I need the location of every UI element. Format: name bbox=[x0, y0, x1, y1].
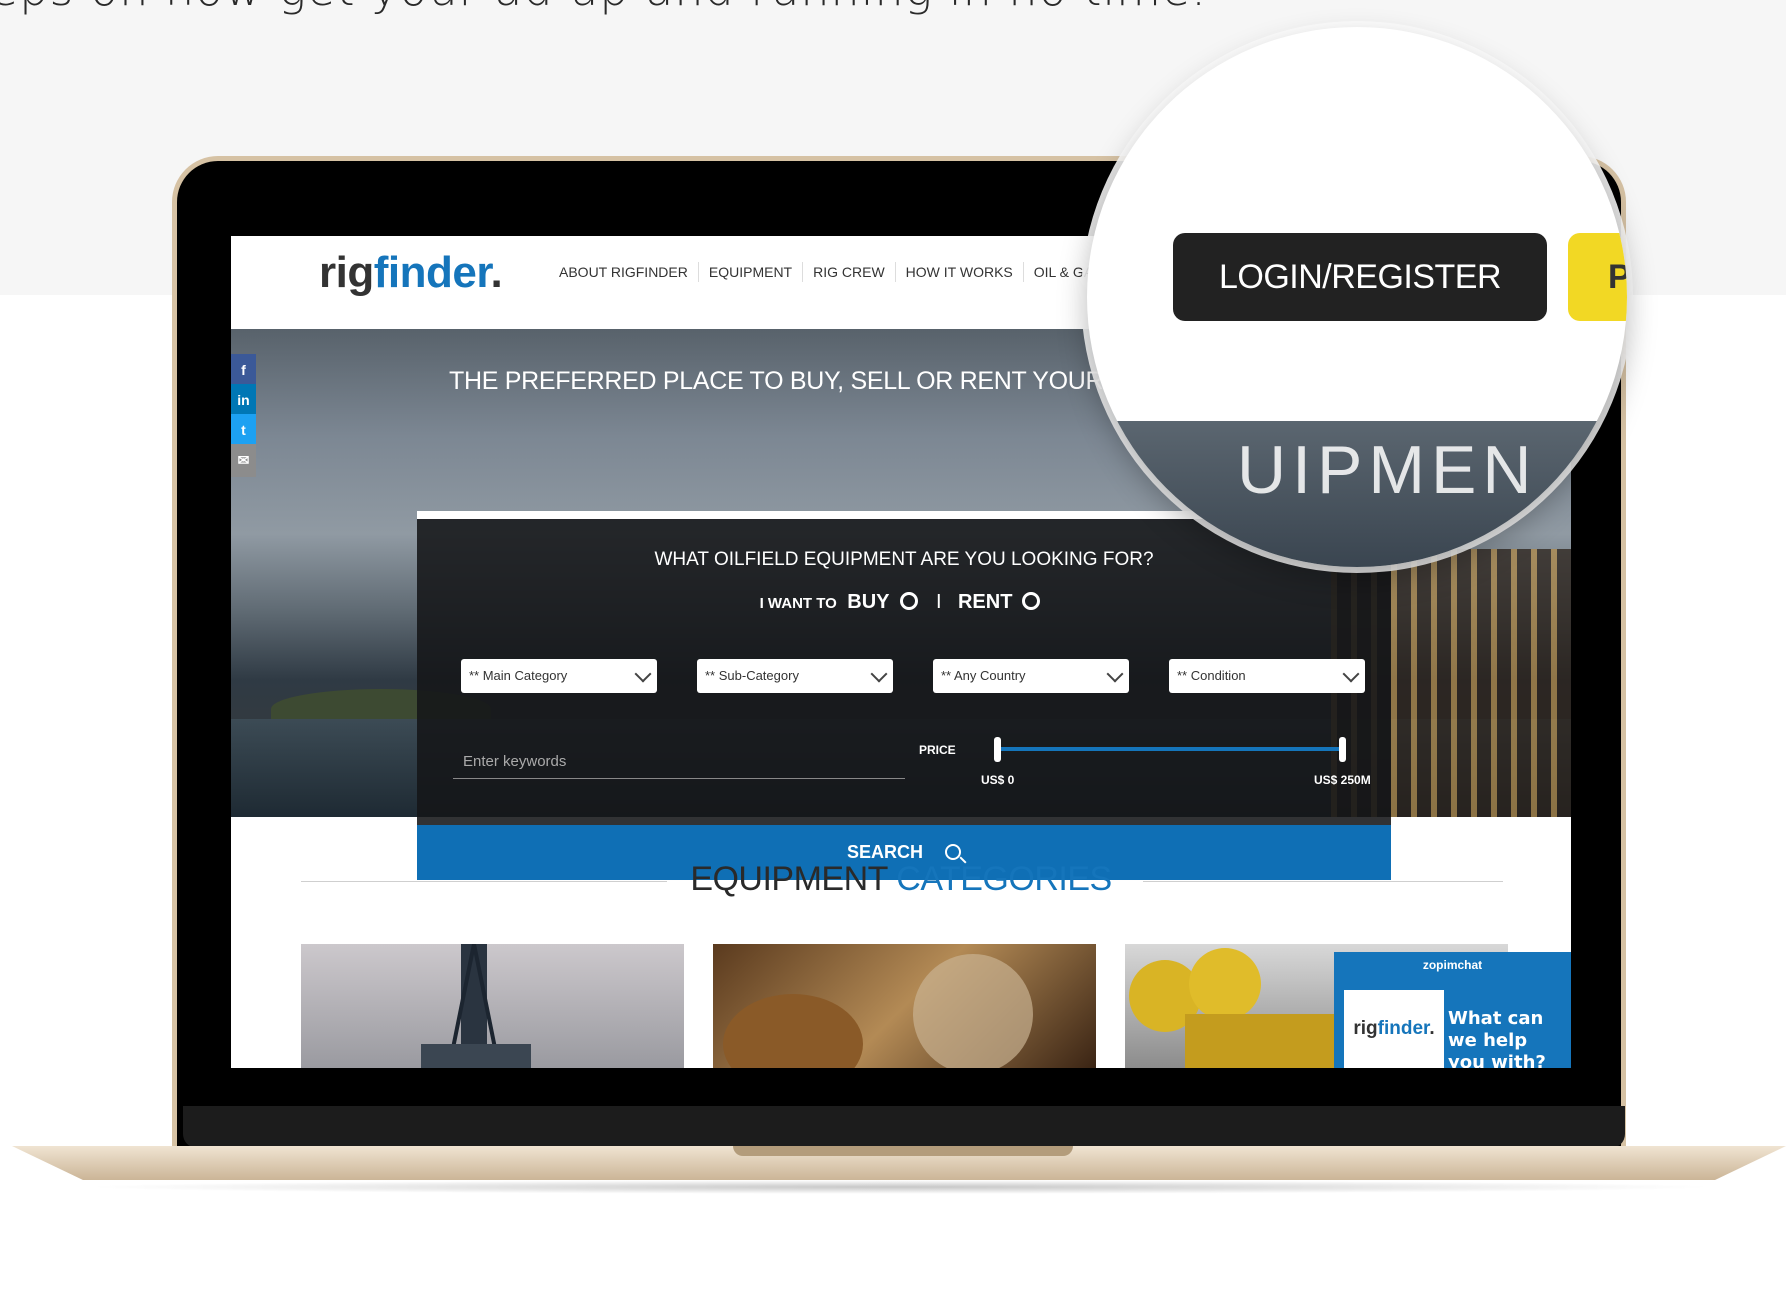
category-tile-drilling-rigs[interactable] bbox=[301, 944, 684, 1068]
chevron-down-icon bbox=[870, 665, 888, 683]
rent-label: RENT bbox=[957, 591, 1013, 613]
chevron-down-icon bbox=[1342, 665, 1360, 683]
nav-rig-crew[interactable]: RIG CREW bbox=[803, 262, 896, 282]
country-select[interactable]: ** Any Country bbox=[933, 659, 1129, 693]
price-label: PRICE bbox=[919, 743, 956, 757]
main-category-value: ** Main Category bbox=[469, 668, 568, 683]
laptop-shadow bbox=[80, 1180, 1720, 1194]
price-slider-track[interactable] bbox=[997, 747, 1343, 751]
buy-radio[interactable] bbox=[899, 592, 918, 610]
zopim-chat-widget[interactable]: zopimchat rigfinder. What can we help yo… bbox=[1334, 952, 1571, 1068]
main-category-select[interactable]: ** Main Category bbox=[461, 659, 657, 693]
chat-prompt: What can we help you with? bbox=[1448, 1008, 1546, 1068]
magnifier-callout: UIPMEN LOGIN/REGISTER P bbox=[1087, 27, 1627, 567]
option-separator: I bbox=[935, 591, 942, 613]
drilling-rig-image bbox=[421, 944, 531, 1068]
search-icon bbox=[945, 844, 961, 860]
heading-accent: CATEGORIES bbox=[896, 860, 1112, 898]
price-min-handle[interactable] bbox=[994, 737, 1001, 762]
drill-bit-image bbox=[723, 954, 1033, 1068]
rigfinder-logo[interactable]: rigfinder. bbox=[319, 248, 503, 298]
heading-main: EQUIPMENT bbox=[690, 860, 888, 898]
magnified-hero-text: UIPMEN bbox=[1237, 432, 1538, 508]
twitter-icon[interactable]: t bbox=[231, 414, 256, 447]
buy-label: BUY bbox=[847, 591, 890, 613]
categories-heading: EQUIPMENT CATEGORIES bbox=[231, 860, 1571, 899]
laptop-notch bbox=[733, 1146, 1073, 1156]
price-max-handle[interactable] bbox=[1339, 737, 1346, 762]
buy-rent-toggle: I WANT TO BUY I RENT bbox=[417, 591, 1391, 614]
want-label: I WANT TO bbox=[759, 595, 837, 612]
main-nav: ABOUT RIGFINDER EQUIPMENT RIG CREW HOW I… bbox=[549, 262, 1136, 282]
keywords-input[interactable] bbox=[453, 745, 905, 779]
condition-value: ** Condition bbox=[1177, 668, 1246, 683]
condition-select[interactable]: ** Condition bbox=[1169, 659, 1365, 693]
price-max-value: US$ 250M bbox=[1314, 773, 1371, 787]
intro-text: eps on how get your ad up and running in… bbox=[0, 0, 1207, 16]
country-value: ** Any Country bbox=[941, 668, 1026, 683]
email-icon[interactable]: ✉ bbox=[231, 444, 256, 477]
nav-equipment[interactable]: EQUIPMENT bbox=[699, 262, 804, 282]
page: eps on how get your ad up and running in… bbox=[0, 0, 1786, 1300]
logo-part: rig bbox=[319, 248, 374, 297]
logo-dot: . bbox=[490, 248, 503, 297]
zopim-brand: zopimchat bbox=[1422, 958, 1483, 972]
logo-dot: . bbox=[1429, 1018, 1435, 1039]
logo-accent: finder bbox=[373, 248, 491, 297]
login-register-button[interactable]: LOGIN/REGISTER bbox=[1173, 233, 1547, 321]
logo-accent: finder bbox=[1377, 1018, 1430, 1039]
laptop-hinge bbox=[183, 1106, 1625, 1148]
sub-category-select[interactable]: ** Sub-Category bbox=[697, 659, 893, 693]
sub-category-value: ** Sub-Category bbox=[705, 668, 799, 683]
logo-part: rig bbox=[1353, 1018, 1378, 1039]
chevron-down-icon bbox=[1106, 665, 1124, 683]
rent-radio[interactable] bbox=[1022, 592, 1041, 610]
price-min-value: US$ 0 bbox=[981, 773, 1015, 787]
hero-title: THE PREFERRED PLACE TO BUY, SELL OR RENT… bbox=[449, 367, 1130, 395]
linkedin-icon[interactable]: in bbox=[231, 384, 256, 417]
chat-logo: rigfinder. bbox=[1344, 990, 1444, 1068]
search-button-label: SEARCH bbox=[846, 842, 923, 862]
chevron-down-icon bbox=[634, 665, 652, 683]
category-tile-drill-bits[interactable] bbox=[713, 944, 1096, 1068]
nav-how-it-works[interactable]: HOW IT WORKS bbox=[896, 262, 1024, 282]
nav-about-rigfinder[interactable]: ABOUT RIGFINDER bbox=[549, 262, 699, 282]
facebook-icon[interactable]: f bbox=[231, 354, 256, 387]
post-ad-button[interactable]: P bbox=[1568, 233, 1627, 321]
